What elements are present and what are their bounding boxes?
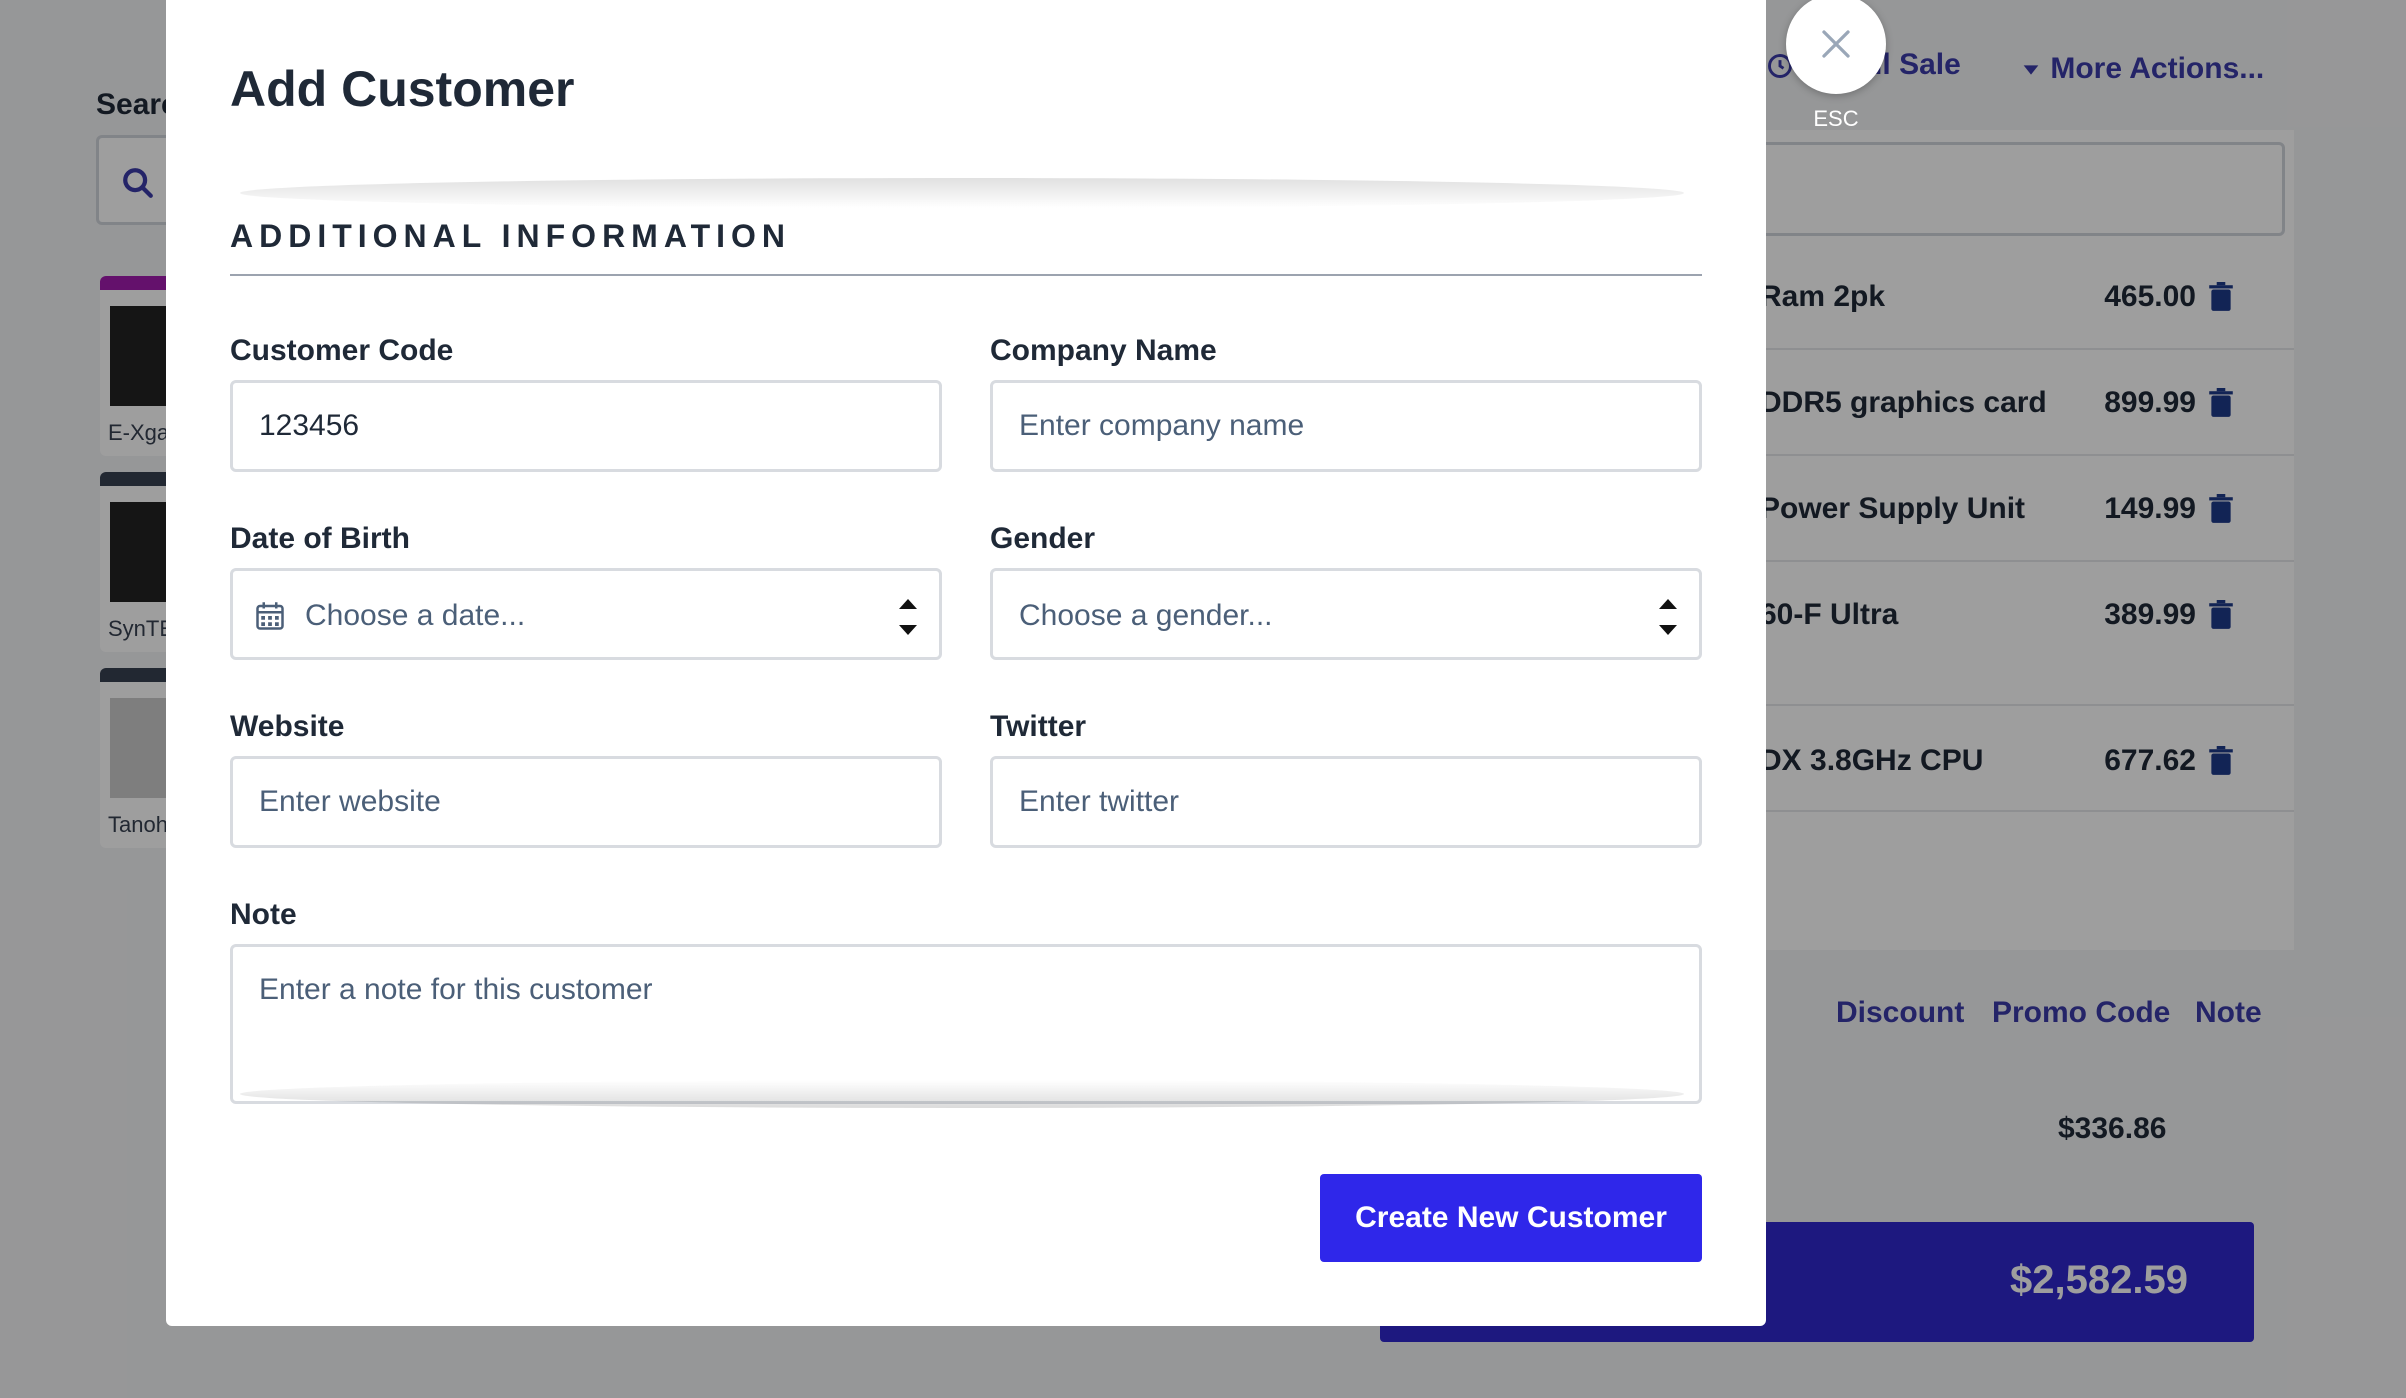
website-field[interactable] bbox=[230, 756, 942, 848]
scroll-shadow-top bbox=[240, 178, 1684, 208]
date-of-birth-select[interactable]: Choose a date... bbox=[230, 568, 942, 660]
date-of-birth-label: Date of Birth bbox=[230, 522, 410, 555]
gender-placeholder: Choose a gender... bbox=[1019, 599, 1273, 632]
section-divider bbox=[230, 274, 1702, 276]
twitter-input[interactable] bbox=[993, 759, 1699, 845]
modal-title: Add Customer bbox=[230, 61, 575, 117]
company-name-input[interactable] bbox=[993, 383, 1699, 469]
twitter-label: Twitter bbox=[990, 710, 1087, 743]
company-name-field[interactable] bbox=[990, 380, 1702, 472]
note-label: Note bbox=[230, 898, 297, 931]
scroll-shadow-bottom bbox=[240, 1080, 1684, 1108]
sort-arrows-icon bbox=[899, 599, 917, 635]
customer-code-input[interactable] bbox=[233, 383, 939, 469]
website-label: Website bbox=[230, 710, 345, 743]
note-textarea[interactable] bbox=[233, 947, 1699, 1101]
website-input[interactable] bbox=[233, 759, 939, 845]
gender-select[interactable]: Choose a gender... bbox=[990, 568, 1702, 660]
company-name-label: Company Name bbox=[990, 334, 1217, 367]
calendar-icon bbox=[256, 602, 284, 630]
close-icon bbox=[1822, 30, 1850, 58]
section-title: ADDITIONAL INFORMATION bbox=[230, 218, 791, 254]
add-customer-modal: Add Customer ADDITIONAL INFORMATION Cust… bbox=[166, 0, 1766, 1326]
esc-hint: ESC bbox=[1813, 106, 1859, 131]
date-of-birth-placeholder: Choose a date... bbox=[305, 599, 526, 632]
sort-arrows-icon bbox=[1659, 599, 1677, 635]
customer-code-field[interactable] bbox=[230, 380, 942, 472]
gender-label: Gender bbox=[990, 522, 1096, 555]
customer-code-label: Customer Code bbox=[230, 334, 454, 367]
twitter-field[interactable] bbox=[990, 756, 1702, 848]
create-new-customer-button[interactable]: Create New Customer bbox=[1320, 1174, 1702, 1262]
